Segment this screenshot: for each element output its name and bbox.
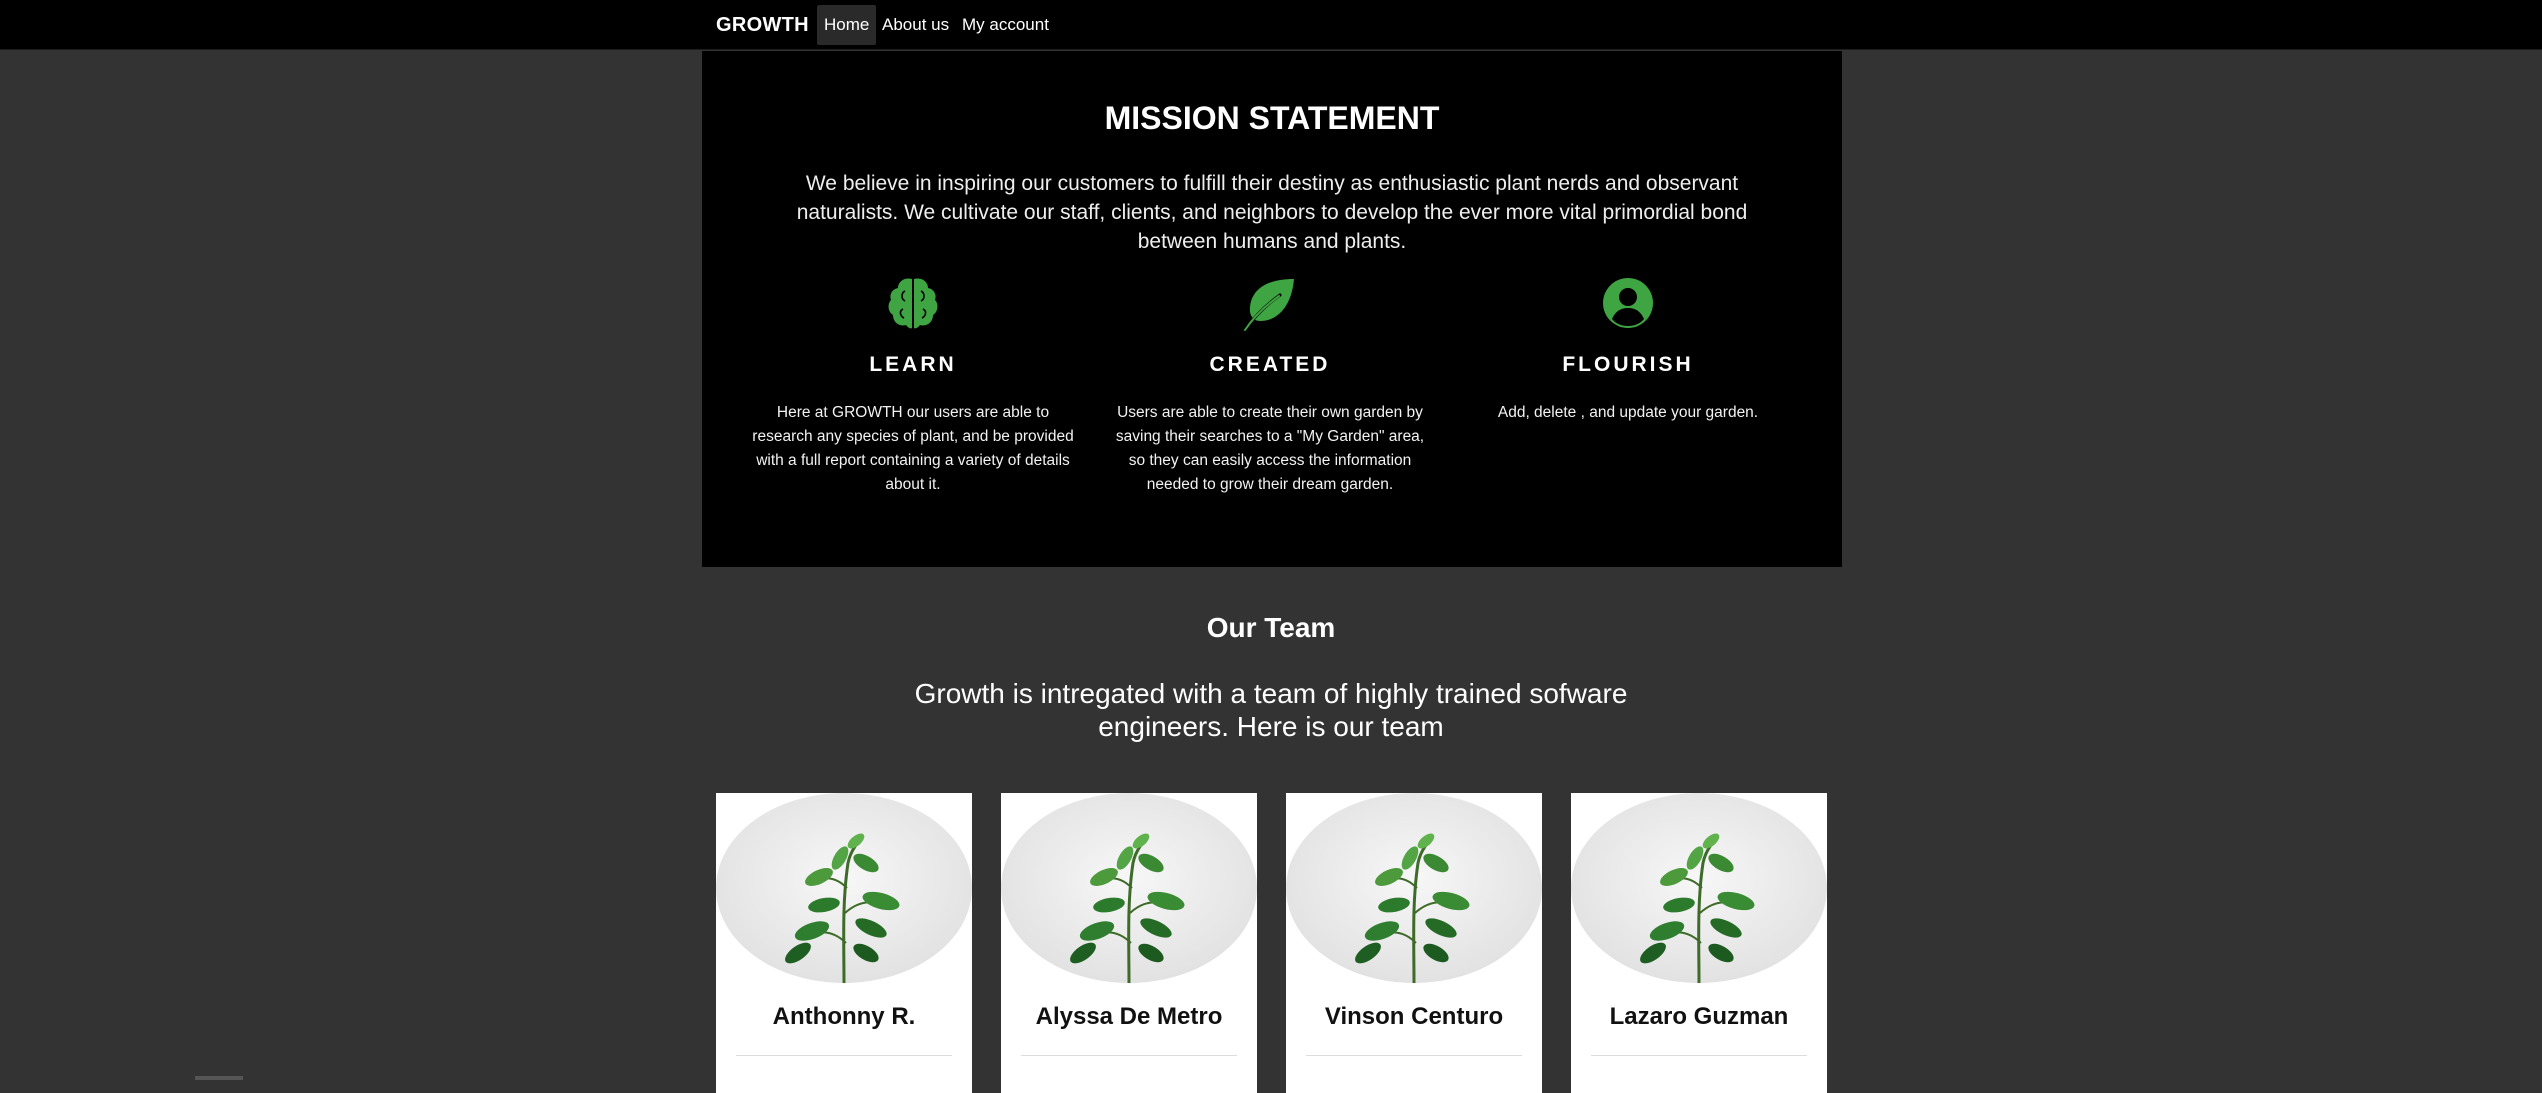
feature-learn-title: LEARN: [869, 353, 957, 376]
brand-logo[interactable]: GROWTH: [716, 14, 809, 37]
feature-flourish-title: FLOURISH: [1562, 353, 1694, 376]
team-card-anthonny: Anthonny R.: [716, 793, 972, 1093]
mission-text: We believe in inspiring our customers to…: [796, 172, 1748, 253]
user-circle-icon: [1603, 278, 1653, 328]
card-divider: [1021, 1055, 1237, 1056]
team-member-name: Alyssa De Metro: [1035, 1003, 1223, 1030]
team-member-name: Vinson Centuro: [1324, 1003, 1504, 1030]
feature-learn: LEARN Here at GROWTH our users are able …: [748, 273, 1078, 497]
team-member-photo: [1001, 793, 1257, 983]
feature-flourish-text: Add, delete , and update your garden.: [1497, 404, 1759, 421]
nav-about-link[interactable]: About us: [875, 5, 956, 45]
nav-my-account-link[interactable]: My account: [955, 5, 1056, 45]
mission-title: MISSION STATEMENT: [1104, 100, 1440, 136]
card-divider: [736, 1055, 952, 1056]
mission-section: MISSION STATEMENT We believe in inspirin…: [702, 51, 1842, 567]
leaf-icon: [1244, 279, 1294, 331]
feature-created-title: CREATED: [1209, 353, 1331, 376]
top-navbar: GROWTH Home About us My account: [0, 0, 2542, 50]
team-card-vinson: Vinson Centuro: [1286, 793, 1542, 1093]
feature-created: CREATED Users are able to create their o…: [1105, 273, 1435, 497]
team-member-photo: [716, 793, 972, 983]
team-card-alyssa: Alyssa De Metro: [1001, 793, 1257, 1093]
team-member-name: Lazaro Guzman: [1609, 1003, 1789, 1030]
scroll-indicator: [195, 1076, 243, 1080]
card-divider: [1591, 1055, 1807, 1056]
team-title: Our Team: [1206, 612, 1336, 643]
team-member-name: Anthonny R.: [772, 1003, 916, 1030]
team-card-lazaro: Lazaro Guzman: [1571, 793, 1827, 1093]
nav-home-link[interactable]: Home: [817, 5, 877, 45]
team-member-photo: [1286, 793, 1542, 983]
brain-icon: [888, 278, 938, 329]
team-member-photo: [1571, 793, 1827, 983]
team-subtitle: Growth is intregated with a team of high…: [914, 678, 1628, 742]
feature-flourish: FLOURISH Add, delete , and update your g…: [1463, 273, 1793, 425]
feature-learn-text: Here at GROWTH our users are able to res…: [752, 404, 1074, 493]
feature-created-text: Users are able to create their own garde…: [1115, 404, 1425, 493]
card-divider: [1306, 1055, 1522, 1056]
